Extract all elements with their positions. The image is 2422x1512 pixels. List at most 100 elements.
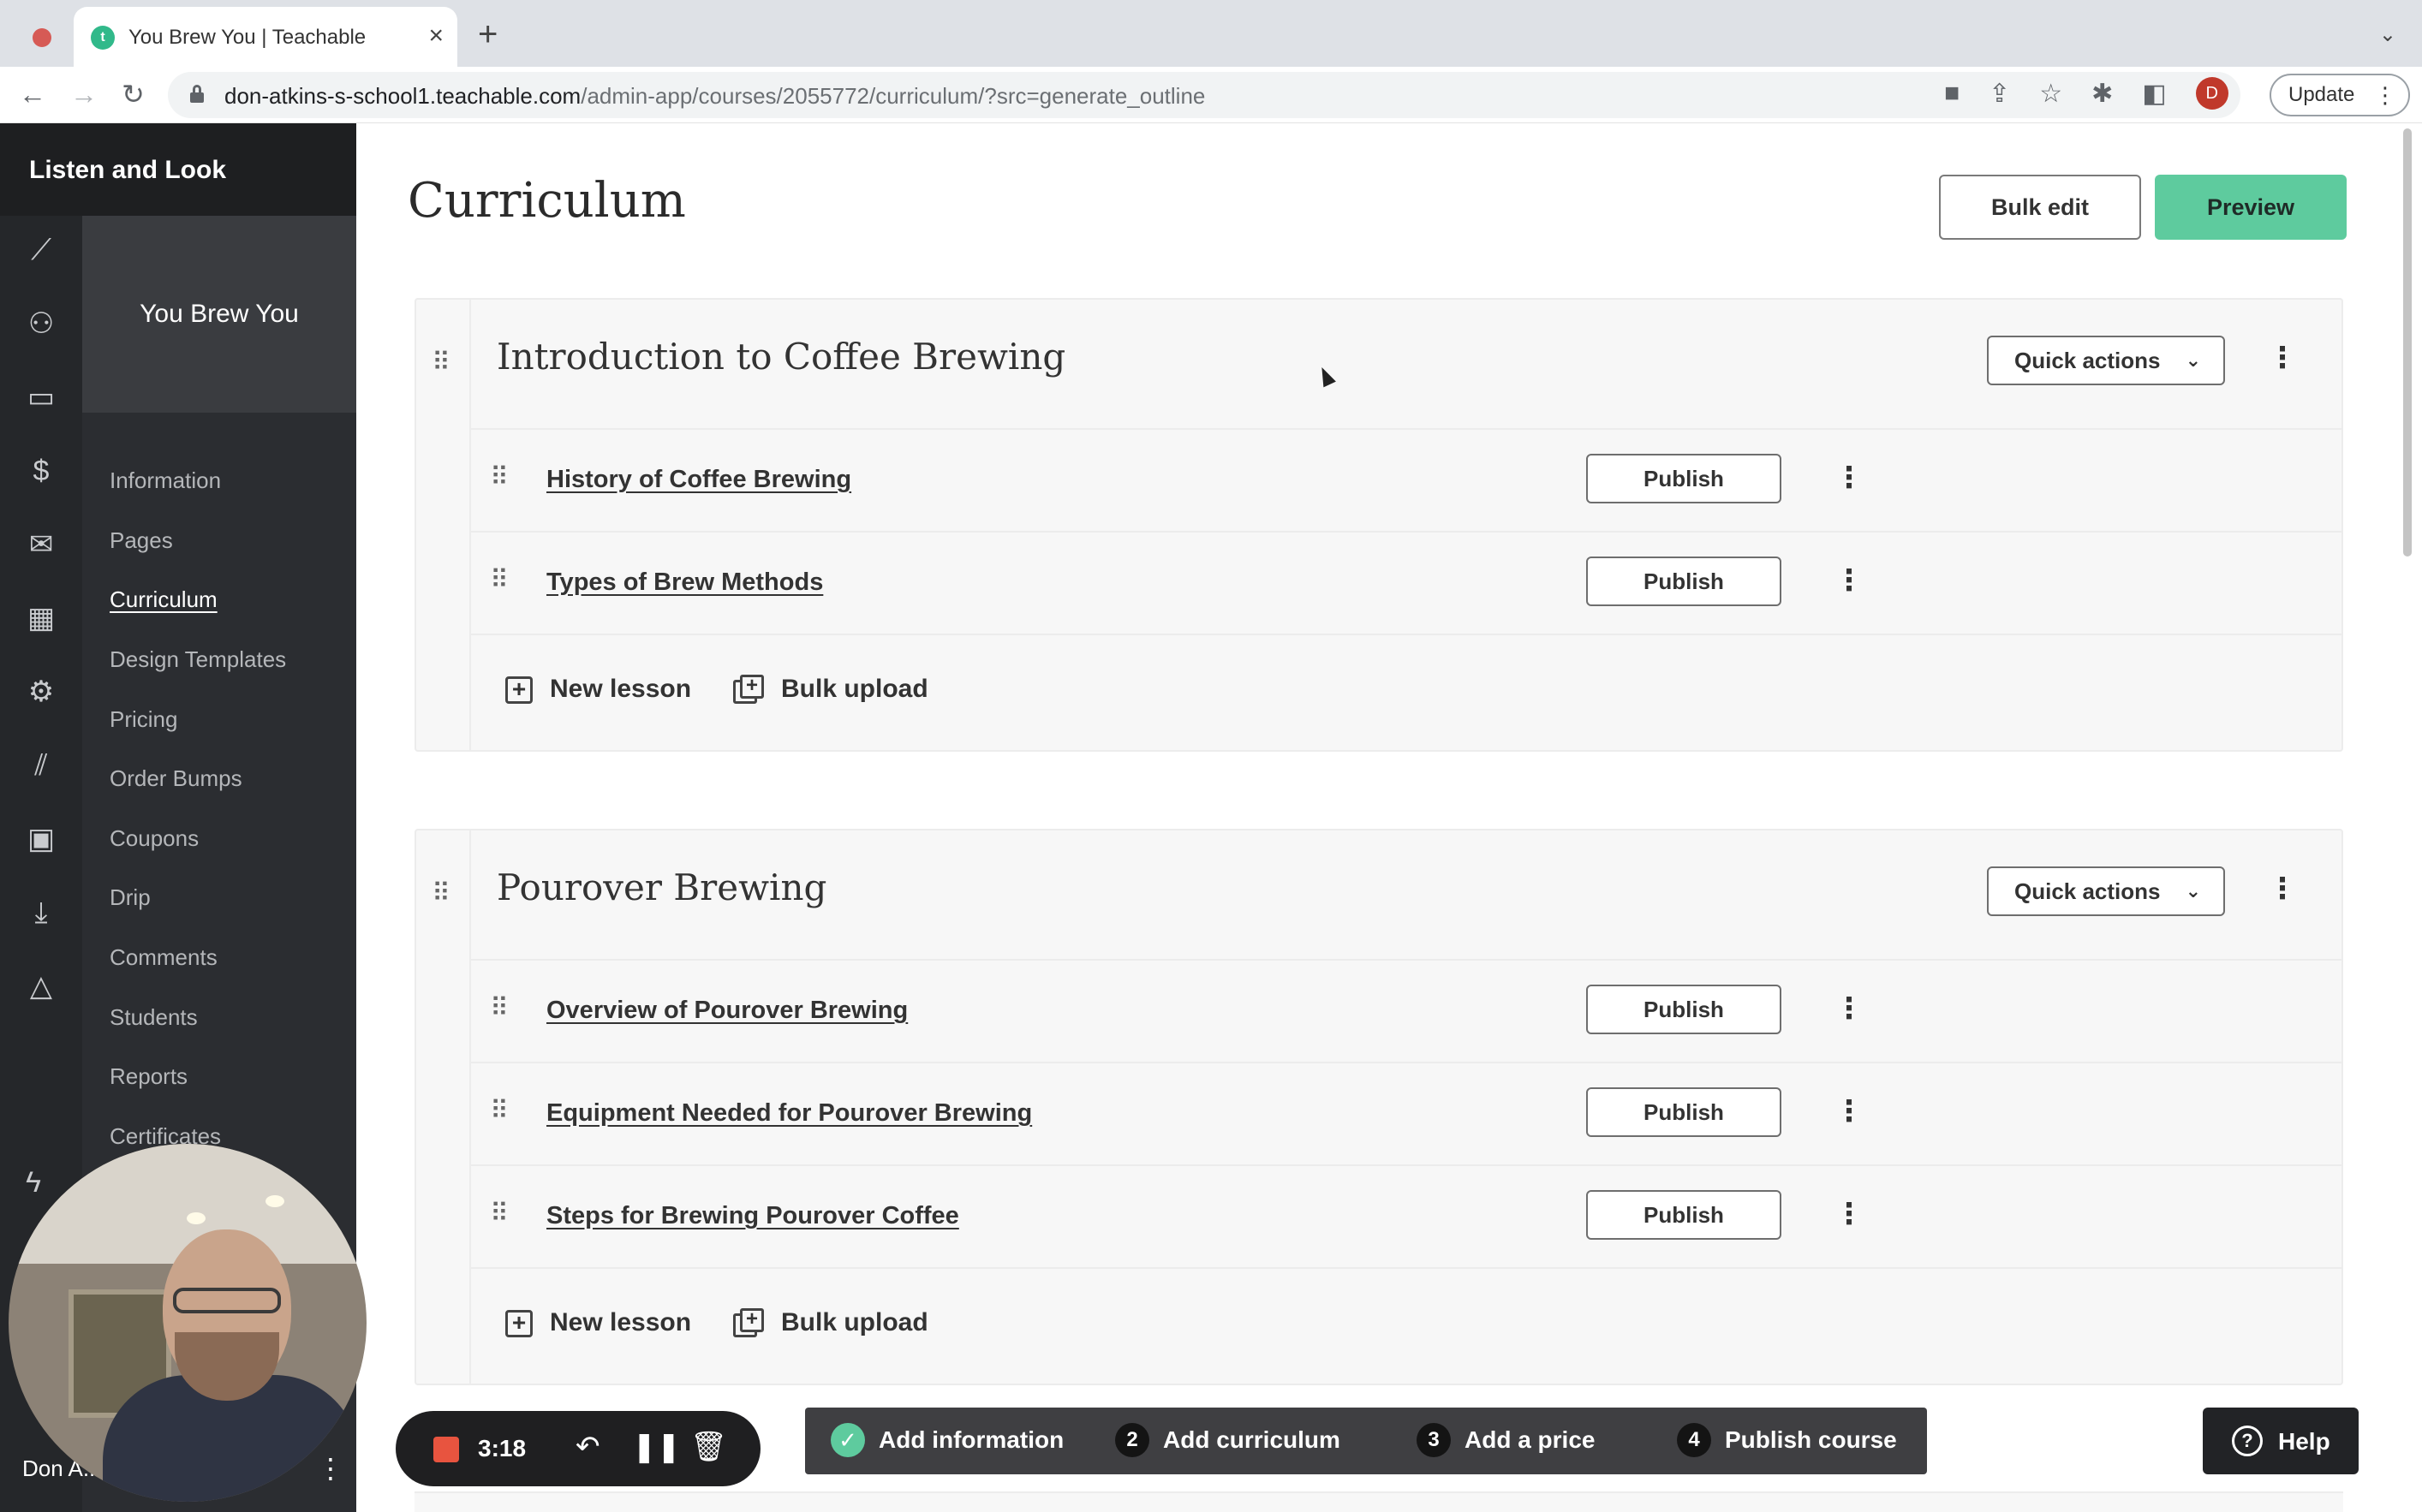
page-title: Curriculum (408, 173, 686, 229)
undo-icon[interactable]: ↶ (576, 1430, 600, 1464)
lesson-kebab-icon[interactable]: ⋮ (1834, 563, 1864, 598)
forward-arrow-icon[interactable]: → (70, 77, 98, 111)
step-add-curriculum[interactable]: 2 Add curriculum (1115, 1423, 1340, 1457)
gear-icon[interactable]: ⚙ (21, 671, 62, 712)
shapes-icon[interactable]: △ (21, 966, 62, 1007)
chapter-card: ⠿ Introduction to Coffee Brewing Quick a… (415, 298, 2343, 752)
sidebar-item-drip[interactable]: Drip (110, 884, 151, 911)
drag-handle-icon[interactable]: ⠿ (490, 1199, 509, 1229)
grid-icon[interactable]: ▦ (21, 598, 62, 639)
stop-recording-icon[interactable] (433, 1437, 459, 1462)
bulk-edit-button[interactable]: Bulk edit (1939, 175, 2141, 240)
chevron-down-icon: ⌄ (2185, 880, 2201, 902)
tab-close-icon[interactable]: × (428, 21, 444, 51)
lesson-title[interactable]: Types of Brew Methods (546, 568, 823, 597)
browser-menu-icon[interactable]: ⋮ (2374, 75, 2396, 115)
devices-icon[interactable]: ▭ (21, 377, 62, 418)
bulk-upload-button[interactable]: + Bulk upload (733, 1308, 928, 1339)
profile-avatar[interactable]: D (2195, 77, 2228, 110)
preview-button[interactable]: Preview (2155, 175, 2347, 240)
help-label: Help (2278, 1428, 2330, 1455)
lesson-kebab-icon[interactable]: ⋮ (1834, 991, 1864, 1026)
sidebar-item-comments[interactable]: Comments (110, 944, 218, 971)
reload-icon[interactable]: ↻ (122, 77, 145, 111)
drag-handle-icon[interactable]: ⠿ (432, 878, 450, 908)
new-lesson-button[interactable]: + New lesson (505, 1308, 691, 1338)
drag-handle-icon[interactable]: ⠿ (490, 565, 509, 595)
drag-handle-icon[interactable]: ⠿ (490, 993, 509, 1023)
sidebar-item-curriculum[interactable]: Curriculum (110, 586, 218, 613)
chart-icon[interactable]: ⟋ (21, 229, 62, 271)
library-icon[interactable]: ⫽ (21, 745, 62, 786)
lesson-title[interactable]: Steps for Brewing Pourover Coffee (546, 1202, 959, 1230)
quick-actions-dropdown[interactable]: Quick actions ⌄ (1987, 336, 2225, 385)
lesson-kebab-icon[interactable]: ⋮ (1834, 1094, 1864, 1128)
users-icon[interactable]: ⚇ (21, 303, 62, 344)
sidebar-item-information[interactable]: Information (110, 467, 221, 494)
course-name-box[interactable]: You Brew You (82, 216, 356, 413)
download-icon[interactable]: ⤓ (21, 892, 62, 933)
lesson-title[interactable]: Equipment Needed for Pourover Brewing (546, 1099, 1032, 1128)
dollar-icon[interactable]: $ (21, 450, 62, 491)
calendar-icon[interactable]: ▣ (21, 819, 62, 860)
webcam-overlay (9, 1144, 367, 1502)
drag-handle-icon[interactable]: ⠿ (490, 1096, 509, 1126)
pause-icon[interactable]: ❚❚ (632, 1430, 681, 1464)
plus-square-icon: + (505, 676, 533, 705)
lock-icon (190, 85, 204, 104)
sidebar-item-coupons[interactable]: Coupons (110, 825, 199, 852)
school-name: Listen and Look (29, 156, 227, 184)
publish-button[interactable]: Publish (1586, 454, 1781, 503)
question-circle-icon: ? (2232, 1426, 2263, 1456)
url-text[interactable]: don-atkins-s-school1.teachable.com/admin… (224, 83, 1205, 110)
chapter-kebab-icon[interactable]: ⋮ (2268, 341, 2297, 375)
camera-icon[interactable]: ■ (1944, 79, 1960, 108)
lesson-row: ⠿ Types of Brew Methods Publish ⋮ (471, 533, 2341, 635)
help-button[interactable]: ? Help (2203, 1408, 2359, 1474)
trash-icon[interactable]: 🗑 (690, 1430, 727, 1464)
lesson-row: ⠿ Equipment Needed for Pourover Brewing … (471, 1063, 2341, 1166)
chapter-title[interactable]: Introduction to Coffee Brewing (497, 336, 1065, 378)
school-header[interactable]: Listen and Look (0, 123, 356, 216)
chevron-down-icon: ⌄ (2185, 349, 2201, 371)
browser-tab-active[interactable]: t You Brew You | Teachable × (74, 7, 457, 67)
share-icon[interactable]: ⇪ (1989, 79, 2010, 109)
drag-handle-icon[interactable]: ⠿ (490, 462, 509, 492)
lesson-title[interactable]: History of Coffee Brewing (546, 466, 851, 494)
drag-handle-icon[interactable]: ⠿ (432, 348, 450, 378)
sidebar-item-pages[interactable]: Pages (110, 527, 173, 554)
extensions-puzzle-icon[interactable]: ✱ (2091, 79, 2113, 109)
recording-timer: 3:18 (478, 1435, 527, 1461)
update-button[interactable]: Update ⋮ (2270, 74, 2410, 116)
mail-icon[interactable]: ✉ (21, 524, 62, 565)
stacked-plus-icon: + (733, 675, 764, 705)
bookmark-star-icon[interactable]: ☆ (2039, 79, 2062, 109)
step-add-price[interactable]: 3 Add a price (1417, 1423, 1595, 1457)
publish-button[interactable]: Publish (1586, 1190, 1781, 1240)
lesson-kebab-icon[interactable]: ⋮ (1834, 1197, 1864, 1231)
back-arrow-icon[interactable]: ← (19, 77, 46, 111)
lesson-kebab-icon[interactable]: ⋮ (1834, 461, 1864, 495)
address-bar[interactable]: don-atkins-s-school1.teachable.com/admin… (168, 72, 2240, 118)
new-tab-button[interactable]: + (478, 15, 498, 53)
lesson-title[interactable]: Overview of Pourover Brewing (546, 997, 908, 1025)
publish-button[interactable]: Publish (1586, 985, 1781, 1034)
sidebar-item-students[interactable]: Students (110, 1004, 198, 1031)
course-name: You Brew You (140, 300, 299, 328)
sidebar-item-pricing[interactable]: Pricing (110, 706, 177, 733)
quick-actions-dropdown[interactable]: Quick actions ⌄ (1987, 866, 2225, 916)
step-add-information[interactable]: ✓ Add information (831, 1423, 1064, 1457)
chapter-kebab-icon[interactable]: ⋮ (2268, 872, 2297, 906)
publish-button[interactable]: Publish (1586, 557, 1781, 606)
step-publish-course[interactable]: 4 Publish course (1677, 1423, 1897, 1457)
chapter-title[interactable]: Pourover Brewing (497, 866, 826, 908)
tab-search-chevron-icon[interactable]: ⌄ (2379, 22, 2396, 47)
sidebar-item-order-bumps[interactable]: Order Bumps (110, 765, 242, 792)
publish-button[interactable]: Publish (1586, 1087, 1781, 1137)
bulk-upload-button[interactable]: + Bulk upload (733, 675, 928, 705)
side-panel-icon[interactable]: ◧ (2142, 79, 2166, 109)
new-lesson-button[interactable]: + New lesson (505, 675, 691, 705)
sidebar-item-design-templates[interactable]: Design Templates (110, 646, 286, 673)
sidebar-item-reports[interactable]: Reports (110, 1063, 188, 1090)
page-scrollbar[interactable] (2403, 128, 2412, 557)
